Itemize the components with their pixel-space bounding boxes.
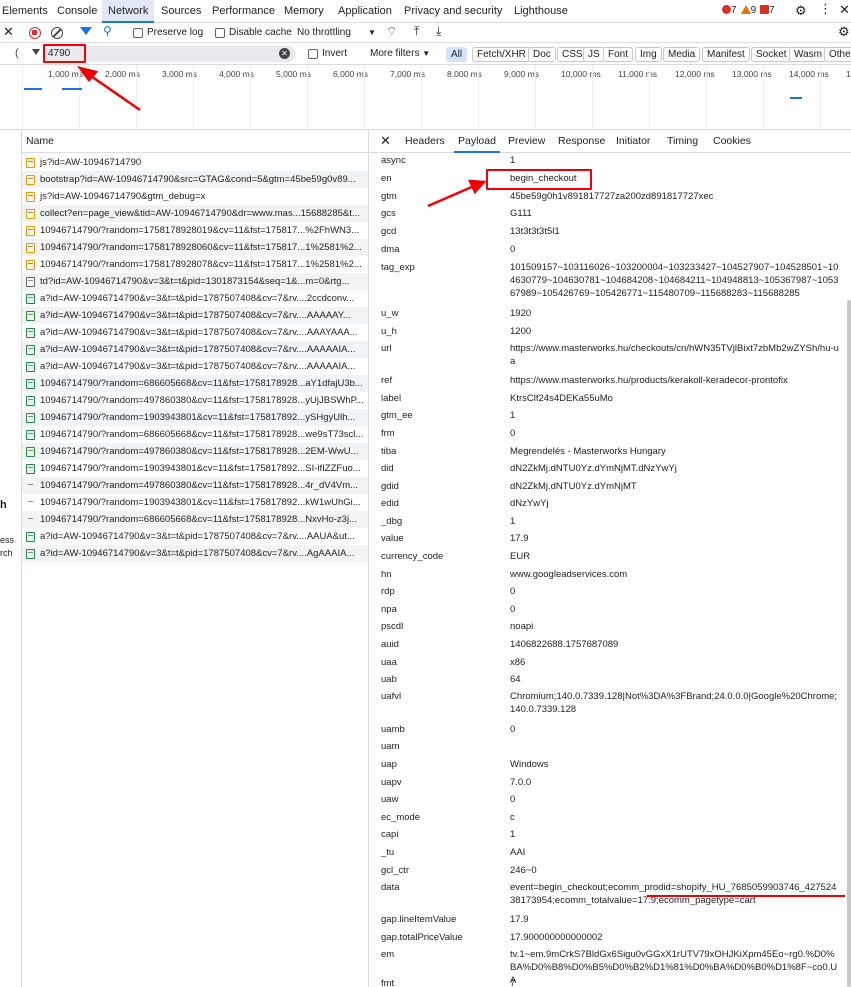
annotation-arrows (76, 65, 487, 208)
